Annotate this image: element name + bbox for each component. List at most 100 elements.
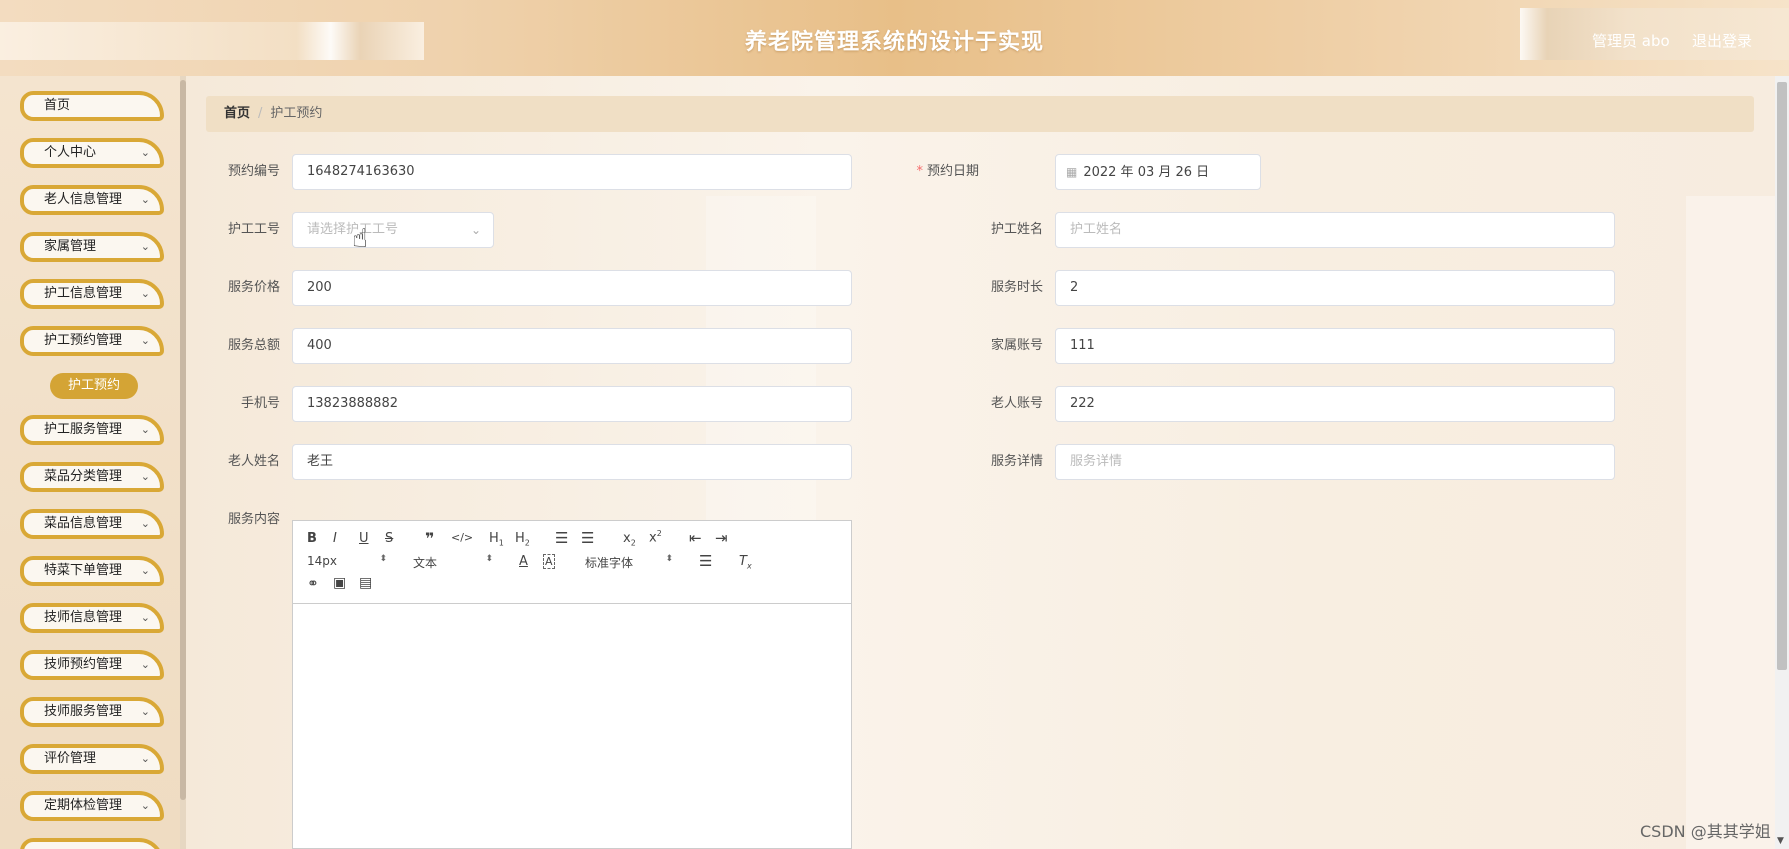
- sidebar-item-label: 特菜下单管理: [44, 563, 123, 578]
- background-color-icon[interactable]: A: [543, 554, 555, 569]
- sidebar-item-elder-info[interactable]: 老人信息管理 ⌄: [20, 185, 164, 215]
- admin-label: 管理员 abo: [1592, 32, 1670, 50]
- heading1-icon[interactable]: H1: [489, 531, 504, 548]
- service-hours-input[interactable]: 2: [1055, 270, 1615, 306]
- booking-date-label: * 预约日期: [843, 154, 979, 190]
- updown-arrows-icon: ⬍: [485, 554, 493, 564]
- chevron-down-icon: ⌄: [140, 517, 150, 530]
- strikethrough-icon[interactable]: S: [385, 531, 393, 546]
- code-block-icon[interactable]: </>: [451, 531, 473, 544]
- logout-button[interactable]: 退出登录: [1692, 30, 1752, 51]
- bullet-list-icon[interactable]: ☰: [581, 529, 594, 547]
- top-header: 养老院管理系统的设计于实现 管理员 abo 退出登录: [0, 0, 1789, 76]
- underline-icon[interactable]: U: [359, 531, 369, 546]
- chevron-down-icon: ⌄: [140, 611, 150, 624]
- subscript-icon[interactable]: x2: [623, 531, 636, 548]
- bold-icon[interactable]: B: [307, 531, 317, 546]
- ordered-list-icon[interactable]: ☰: [555, 529, 568, 547]
- chevron-down-icon: ⌄: [140, 193, 150, 206]
- sidebar-item-family[interactable]: 家属管理 ⌄: [20, 232, 164, 262]
- superscript-icon[interactable]: x2: [649, 529, 662, 545]
- clear-format-icon[interactable]: Tx: [739, 554, 752, 571]
- sidebar-item-special-order[interactable]: 特菜下单管理 ⌄: [20, 556, 164, 586]
- sidebar-item-dish-info[interactable]: 菜品信息管理 ⌄: [20, 509, 164, 539]
- font-family-select[interactable]: 标准字体 ⬍: [585, 554, 673, 571]
- indent-icon[interactable]: ⇥: [715, 529, 728, 547]
- sidebar-item-label: 评价管理: [44, 751, 97, 766]
- breadcrumb-current: 护工预约: [270, 106, 323, 121]
- image-icon[interactable]: ▣: [333, 575, 346, 591]
- sidebar-item-profile[interactable]: 个人中心 ⌄: [20, 138, 164, 168]
- booking-date-label-text: 预约日期: [926, 164, 979, 179]
- breadcrumb-home[interactable]: 首页: [224, 106, 250, 121]
- worker-name-label: 护工姓名: [990, 222, 1043, 237]
- heading2-icon[interactable]: H2: [515, 531, 530, 548]
- align-icon[interactable]: ☰: [699, 552, 712, 570]
- breadcrumb-separator: /: [258, 106, 263, 121]
- sidebar-item-checkup[interactable]: 定期体检管理 ⌄: [20, 791, 164, 821]
- booking-no-input[interactable]: 1648274163630: [292, 154, 852, 190]
- service-price-label: 服务价格: [227, 280, 280, 295]
- editor-toolbar: B I U S ❞ </> H1 H2 ☰ ☰ x2 x2 ⇤ ⇥ 14px ⬍…: [293, 521, 851, 604]
- editor-body[interactable]: [293, 603, 851, 848]
- outdent-icon[interactable]: ⇤: [689, 529, 702, 547]
- booking-date-picker[interactable]: ▦ 2022 年 03 月 26 日: [1055, 154, 1261, 190]
- family-account-label: 家属账号: [990, 338, 1043, 353]
- service-total-input[interactable]: 400: [292, 328, 852, 364]
- booking-date-value: 2022 年 03 月 26 日: [1083, 165, 1210, 180]
- sidebar-item-worker-booking[interactable]: 护工预约管理 ⌄: [20, 326, 164, 356]
- hand-pointer-icon: ☝: [352, 224, 368, 254]
- sidebar-item-worker-info[interactable]: 护工信息管理 ⌄: [20, 279, 164, 309]
- required-star: *: [916, 164, 923, 179]
- sidebar-item-home[interactable]: 首页: [20, 91, 164, 121]
- chevron-down-icon: ⌄: [140, 146, 150, 159]
- worker-no-select[interactable]: 请选择护工工号 ⌄: [292, 212, 494, 248]
- font-size-select[interactable]: 14px ⬍: [307, 554, 387, 568]
- chevron-down-icon: ⌄: [140, 799, 150, 812]
- sidebar-item-worker-service[interactable]: 护工服务管理 ⌄: [20, 415, 164, 445]
- sidebar-item-technician-service[interactable]: 技师服务管理 ⌄: [20, 697, 164, 727]
- chevron-down-icon: ⌄: [140, 470, 150, 483]
- italic-icon[interactable]: I: [333, 531, 337, 546]
- family-account-input[interactable]: 111: [1055, 328, 1615, 364]
- font-size-value: 14px: [307, 554, 337, 568]
- main-scrollbar-thumb[interactable]: [1777, 82, 1787, 670]
- worker-no-label: 护工工号: [227, 222, 280, 237]
- video-icon[interactable]: ▤: [359, 575, 372, 591]
- phone-input[interactable]: 13823888882: [292, 386, 852, 422]
- sidebar-item-reviews[interactable]: 评价管理 ⌄: [20, 744, 164, 774]
- updown-arrows-icon: ⬍: [379, 554, 387, 564]
- service-price-input[interactable]: 200: [292, 270, 852, 306]
- sidebar-item-label: 护工预约管理: [44, 333, 123, 348]
- elder-name-input[interactable]: 老王: [292, 444, 852, 480]
- chevron-down-icon: ⌄: [140, 658, 150, 671]
- breadcrumb: 首页 / 护工预约: [206, 96, 1754, 132]
- app-title: 养老院管理系统的设计于实现: [744, 30, 1044, 55]
- watermark: CSDN @其其学姐: [1640, 822, 1771, 841]
- service-total-label: 服务总额: [227, 338, 280, 353]
- sidebar-item-technician-info[interactable]: 技师信息管理 ⌄: [20, 603, 164, 633]
- worker-name-input[interactable]: 护工姓名: [1055, 212, 1615, 248]
- phone-label: 手机号: [240, 396, 280, 411]
- sidebar-item-label: 护工信息管理: [44, 286, 123, 301]
- chevron-down-icon: ⌄: [140, 423, 150, 436]
- sidebar-subitem-worker-booking[interactable]: 护工预约: [50, 373, 138, 399]
- rich-text-editor: B I U S ❞ </> H1 H2 ☰ ☰ x2 x2 ⇤ ⇥ 14px ⬍…: [292, 520, 852, 849]
- sidebar-item-label: 护工服务管理: [44, 422, 123, 437]
- font-family-value: 标准字体: [585, 556, 634, 570]
- sidebar-item-label: 首页: [44, 98, 71, 113]
- blockquote-icon[interactable]: ❞: [425, 529, 434, 548]
- sidebar-item-dish-category[interactable]: 菜品分类管理 ⌄: [20, 462, 164, 492]
- text-style-select[interactable]: 文本 ⬍: [413, 554, 493, 571]
- background-decoration: [1686, 196, 1776, 849]
- chevron-down-icon: ⌄: [140, 564, 150, 577]
- service-detail-input[interactable]: 服务详情: [1055, 444, 1615, 480]
- sidebar-item-partial[interactable]: [20, 838, 164, 849]
- link-icon[interactable]: ⚭: [307, 576, 319, 592]
- sidebar-item-label: 家属管理: [44, 239, 97, 254]
- sidebar-item-technician-booking[interactable]: 技师预约管理 ⌄: [20, 650, 164, 680]
- font-color-icon[interactable]: A: [519, 554, 528, 569]
- scroll-down-icon[interactable]: ▼: [1777, 836, 1784, 846]
- elder-account-input[interactable]: 222: [1055, 386, 1615, 422]
- chevron-down-icon: ⌄: [140, 287, 150, 300]
